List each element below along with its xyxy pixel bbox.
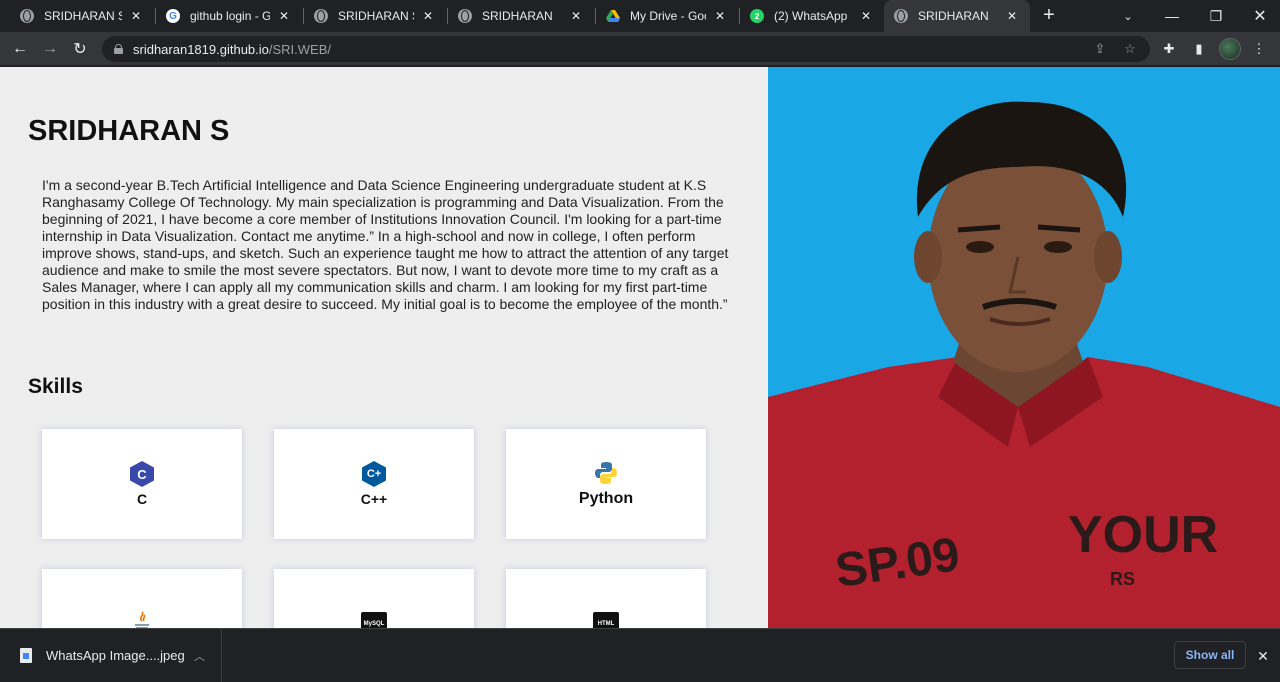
tab-1[interactable]: SRIDHARAN S ✕ — [10, 0, 154, 32]
page-title: SRIDHARAN S — [28, 115, 230, 147]
mysql-icon-text: MySQL — [361, 612, 387, 628]
c-language-icon: C — [129, 461, 155, 487]
show-all-button[interactable]: Show all — [1174, 641, 1246, 669]
extensions-icon[interactable]: ✚ — [1159, 39, 1179, 59]
close-download-bar-icon[interactable]: ✕ — [1254, 647, 1272, 665]
forward-icon[interactable]: → — [38, 37, 62, 61]
globe-icon — [314, 9, 328, 23]
google-icon: G — [166, 9, 180, 23]
close-icon[interactable]: ✕ — [1004, 8, 1020, 24]
skills-heading: Skills — [28, 375, 83, 398]
skill-label: Python — [578, 490, 634, 507]
url-path: /SRI.WEB/ — [268, 41, 332, 57]
google-drive-icon — [606, 9, 620, 23]
download-item[interactable]: WhatsApp Image....jpeg ︿ — [0, 629, 222, 682]
skill-card-mysql[interactable]: MySQL — [274, 569, 474, 628]
close-icon[interactable]: ✕ — [128, 8, 144, 24]
close-icon[interactable]: ✕ — [568, 8, 584, 24]
shirt-print-text-2: YOUR — [1068, 506, 1218, 564]
tab-title: (2) WhatsApp — [774, 9, 848, 23]
image-file-icon — [20, 648, 32, 663]
globe-icon — [894, 9, 908, 23]
skill-label: C — [136, 491, 148, 507]
tab-active[interactable]: SRIDHARAN ✕ — [884, 0, 1030, 32]
skill-card-c[interactable]: C C — [42, 429, 242, 539]
globe-icon — [458, 9, 472, 23]
browser-toolbar: ← → ↻ sridharan1819.github.io/SRI.WEB/ ⇪… — [0, 32, 1280, 66]
share-icon[interactable]: ⇪ — [1092, 41, 1108, 57]
address-bar[interactable]: sridharan1819.github.io/SRI.WEB/ ⇪ ☆ — [102, 36, 1150, 62]
bookmark-star-icon[interactable]: ☆ — [1122, 41, 1138, 57]
close-icon[interactable]: ✕ — [420, 8, 436, 24]
skill-card-java[interactable] — [42, 569, 242, 628]
tab-5[interactable]: My Drive - Googl ✕ — [596, 0, 738, 32]
tab-title: SRIDHARAN — [918, 9, 989, 23]
about-paragraph: I'm a second-year B.Tech Artificial Inte… — [42, 177, 729, 312]
shirt-print-text-3: RS — [1110, 569, 1135, 589]
tab-title: SRIDHARAN — [482, 9, 553, 23]
tab-title: My Drive - Googl — [630, 9, 706, 23]
back-icon[interactable]: ← — [8, 37, 32, 61]
tab-6[interactable]: 2 (2) WhatsApp ✕ — [740, 0, 884, 32]
reload-icon[interactable]: ↻ — [68, 37, 92, 61]
tab-title: github login - Go — [190, 9, 270, 23]
tab-strip: SRIDHARAN S ✕ G github login - Go ✕ SRID… — [0, 0, 1280, 32]
globe-icon — [20, 9, 34, 23]
lock-icon[interactable] — [114, 44, 123, 54]
new-tab-plus-icon[interactable]: + — [1038, 4, 1060, 26]
python-icon — [593, 460, 619, 486]
html-icon: HTML — [593, 611, 619, 628]
tab-4[interactable]: SRIDHARAN ✕ — [448, 0, 594, 32]
profile-photo: SP.09 YOUR RS — [768, 67, 1280, 628]
tab-2[interactable]: G github login - Go ✕ — [156, 0, 302, 32]
html-icon-text: HTML — [593, 612, 619, 628]
restore-icon[interactable]: ❐ — [1194, 0, 1238, 32]
page-content: SRIDHARAN S I'm a second-year B.Tech Art… — [0, 67, 1280, 628]
side-panel-icon[interactable]: ▮ — [1189, 39, 1209, 59]
minimize-icon[interactable]: — — [1150, 0, 1194, 32]
skill-label: C++ — [360, 491, 388, 507]
download-file-name: WhatsApp Image....jpeg — [46, 648, 185, 663]
menu-icon[interactable]: ⋮ — [1249, 39, 1269, 59]
download-bar: WhatsApp Image....jpeg ︿ Show all ✕ — [0, 628, 1280, 682]
whatsapp-icon: 2 — [750, 9, 764, 23]
skill-card-python[interactable]: Python — [506, 429, 706, 539]
close-icon[interactable]: ✕ — [276, 8, 292, 24]
cpp-language-icon: C+ — [361, 461, 387, 487]
tab-3[interactable]: SRIDHARAN S(RE ✕ — [304, 0, 446, 32]
chevron-up-icon[interactable]: ︿ — [194, 648, 205, 664]
close-icon[interactable]: ✕ — [858, 8, 874, 24]
profile-avatar[interactable] — [1219, 38, 1241, 60]
skill-card-html[interactable]: HTML — [506, 569, 706, 628]
tab-search-chevron-icon[interactable]: ⌄ — [1106, 0, 1150, 32]
tab-title: SRIDHARAN S(RE — [338, 9, 414, 23]
tab-title: SRIDHARAN S — [44, 9, 122, 23]
java-icon — [129, 611, 155, 628]
window-close-icon[interactable]: ✕ — [1238, 0, 1280, 32]
mysql-icon: MySQL — [361, 611, 387, 628]
close-icon[interactable]: ✕ — [712, 8, 728, 24]
skill-card-cpp[interactable]: C+ C++ — [274, 429, 474, 539]
url-host: sridharan1819.github.io — [133, 41, 269, 57]
